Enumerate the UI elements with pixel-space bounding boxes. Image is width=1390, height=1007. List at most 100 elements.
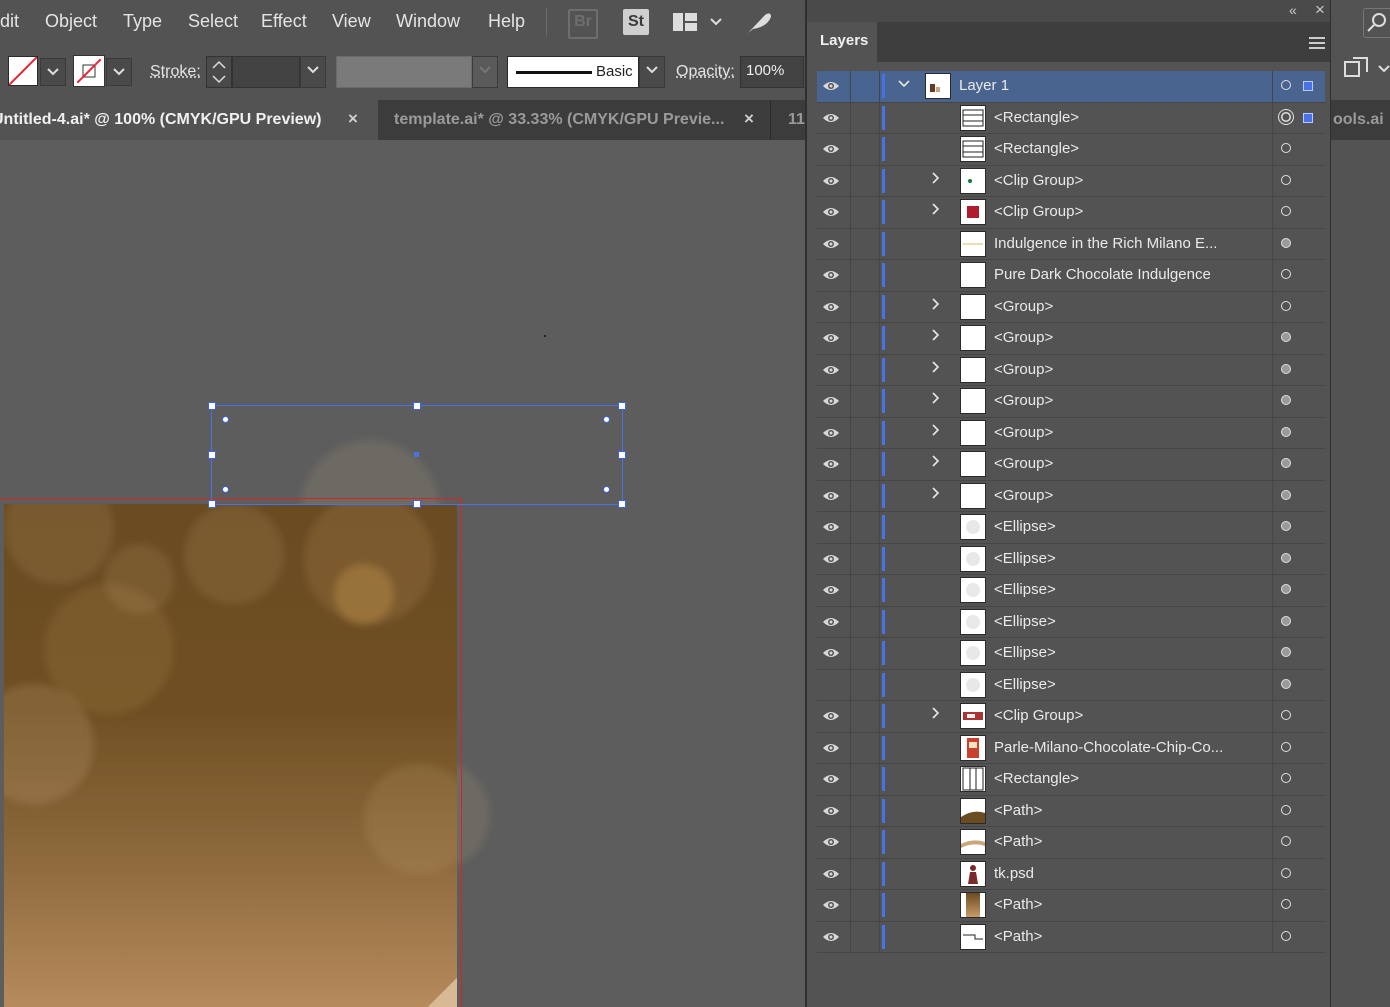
stroke-label[interactable]: Stroke: bbox=[150, 63, 201, 81]
selection-indicator[interactable] bbox=[1303, 113, 1313, 123]
target-circle-icon[interactable] bbox=[1281, 553, 1291, 563]
resize-handle[interactable] bbox=[618, 500, 626, 508]
visibility-eye-icon[interactable] bbox=[822, 645, 840, 661]
resize-handle[interactable] bbox=[618, 402, 626, 410]
corner-widget[interactable] bbox=[603, 486, 610, 493]
resize-handle[interactable] bbox=[208, 402, 216, 410]
panel-menu-icon[interactable] bbox=[1309, 36, 1325, 54]
lock-toggle[interactable] bbox=[850, 71, 880, 102]
lock-toggle[interactable] bbox=[850, 544, 880, 575]
layer-item-row[interactable]: <Path> bbox=[817, 890, 1325, 922]
layer-item-row[interactable]: <Rectangle> bbox=[817, 103, 1325, 135]
visibility-eye-icon[interactable] bbox=[822, 834, 840, 850]
layer-name[interactable]: <Group> bbox=[994, 329, 1053, 346]
stroke-dropdown[interactable] bbox=[106, 58, 132, 86]
lock-toggle[interactable] bbox=[850, 607, 880, 638]
stock-icon[interactable]: St bbox=[623, 9, 649, 35]
visibility-eye-icon[interactable] bbox=[822, 362, 840, 378]
layer-item-row[interactable]: Pure Dark Chocolate Indulgence bbox=[817, 260, 1325, 292]
target-circle-icon[interactable] bbox=[1281, 490, 1291, 500]
visibility-eye-icon[interactable] bbox=[822, 929, 840, 945]
layer-item-row[interactable]: <Group> bbox=[817, 323, 1325, 355]
fill-swatch[interactable] bbox=[8, 56, 38, 86]
target-circle-icon[interactable] bbox=[1281, 458, 1291, 468]
target-circle-icon[interactable] bbox=[1281, 742, 1291, 752]
layer-name[interactable]: Parle-Milano-Chocolate-Chip-Co... bbox=[994, 739, 1223, 756]
layer-name[interactable]: <Group> bbox=[994, 455, 1053, 472]
bridge-icon[interactable]: Br bbox=[568, 9, 598, 39]
visibility-eye-icon[interactable] bbox=[822, 456, 840, 472]
target-circle-icon[interactable] bbox=[1281, 647, 1291, 657]
layer-item-row[interactable]: Indulgence in the Rich Milano E... bbox=[817, 229, 1325, 261]
chevron-right-icon[interactable] bbox=[929, 328, 943, 345]
feather-icon[interactable] bbox=[745, 9, 773, 40]
stroke-weight-stepper[interactable] bbox=[206, 56, 232, 88]
target-circle-icon[interactable] bbox=[1281, 899, 1291, 909]
visibility-eye-icon[interactable] bbox=[822, 110, 840, 126]
tab-partial[interactable]: ools.ai bbox=[1331, 100, 1390, 140]
chevron-right-icon[interactable] bbox=[929, 486, 943, 503]
lock-toggle[interactable] bbox=[850, 197, 880, 228]
layer-name[interactable]: <Ellipse> bbox=[994, 581, 1056, 598]
resize-handle[interactable] bbox=[413, 402, 421, 410]
layer-item-row[interactable]: <Path> bbox=[817, 827, 1325, 859]
target-circle-icon[interactable] bbox=[1281, 521, 1291, 531]
menu-object[interactable]: Object bbox=[45, 11, 97, 32]
tab-layers[interactable]: Layers bbox=[807, 22, 877, 62]
layer-item-row[interactable]: <Ellipse> bbox=[817, 607, 1325, 639]
artwork-background[interactable] bbox=[4, 504, 457, 1007]
variable-width-profile[interactable] bbox=[336, 56, 472, 88]
visibility-eye-icon[interactable] bbox=[822, 614, 840, 630]
layer-name[interactable]: <Ellipse> bbox=[994, 550, 1056, 567]
lock-toggle[interactable] bbox=[850, 764, 880, 795]
resize-handle[interactable] bbox=[413, 500, 421, 508]
lock-toggle[interactable] bbox=[850, 292, 880, 323]
brush-dropdown[interactable] bbox=[639, 56, 665, 88]
lock-toggle[interactable] bbox=[850, 638, 880, 669]
visibility-eye-icon[interactable] bbox=[822, 393, 840, 409]
visibility-eye-icon[interactable] bbox=[822, 299, 840, 315]
opacity-input[interactable]: 100% bbox=[740, 56, 804, 88]
visibility-eye-icon[interactable] bbox=[822, 425, 840, 441]
visibility-eye-icon[interactable] bbox=[822, 740, 840, 756]
tab-11[interactable]: 11 bbox=[772, 100, 805, 140]
target-circle-icon[interactable] bbox=[1281, 80, 1291, 90]
layer-name[interactable]: <Rectangle> bbox=[994, 109, 1079, 126]
layer-item-row[interactable]: <Group> bbox=[817, 355, 1325, 387]
visibility-toggle[interactable] bbox=[822, 677, 840, 693]
menu-type[interactable]: Type bbox=[123, 11, 162, 32]
collapse-icon[interactable]: « bbox=[1289, 2, 1297, 18]
target-circle-icon[interactable] bbox=[1281, 584, 1291, 594]
menu-help[interactable]: Help bbox=[488, 11, 525, 32]
layer-name[interactable]: <Path> bbox=[994, 802, 1042, 819]
workspace-switcher-icon[interactable] bbox=[673, 13, 723, 38]
chevron-right-icon[interactable] bbox=[929, 706, 943, 723]
stroke-weight-input[interactable] bbox=[232, 56, 300, 88]
target-circle-icon[interactable] bbox=[1281, 238, 1291, 248]
target-circle-icon[interactable] bbox=[1281, 427, 1291, 437]
lock-toggle[interactable] bbox=[850, 481, 880, 512]
selection-indicator[interactable] bbox=[1303, 81, 1313, 91]
chevron-down-icon[interactable] bbox=[897, 76, 911, 92]
corner-widget[interactable] bbox=[222, 416, 229, 423]
chevron-right-icon[interactable] bbox=[929, 391, 943, 408]
layer-name[interactable]: Layer 1 bbox=[959, 77, 1009, 94]
variable-width-dropdown[interactable] bbox=[472, 56, 498, 88]
target-circle-icon[interactable] bbox=[1281, 616, 1291, 626]
layer-item-row[interactable]: <Rectangle> bbox=[817, 764, 1325, 796]
chevron-right-icon[interactable] bbox=[929, 171, 943, 188]
close-icon[interactable]: × bbox=[348, 100, 358, 138]
layer-name[interactable]: <Ellipse> bbox=[994, 676, 1056, 693]
lock-toggle[interactable] bbox=[850, 890, 880, 921]
tab-template[interactable]: template.ai* @ 33.33% (CMYK/GPU Previe..… bbox=[380, 100, 768, 140]
lock-toggle[interactable] bbox=[850, 355, 880, 386]
visibility-eye-icon[interactable] bbox=[822, 771, 840, 787]
brush-definition[interactable]: Basic bbox=[507, 56, 639, 88]
layer-item-row[interactable]: <Ellipse> bbox=[817, 575, 1325, 607]
layer-item-row[interactable]: <Ellipse> bbox=[817, 512, 1325, 544]
lock-toggle[interactable] bbox=[850, 670, 880, 701]
layer-name[interactable]: <Clip Group> bbox=[994, 203, 1083, 220]
opacity-label[interactable]: Opacity: bbox=[676, 63, 735, 81]
lock-toggle[interactable] bbox=[850, 166, 880, 197]
layer-name[interactable]: <Group> bbox=[994, 361, 1053, 378]
